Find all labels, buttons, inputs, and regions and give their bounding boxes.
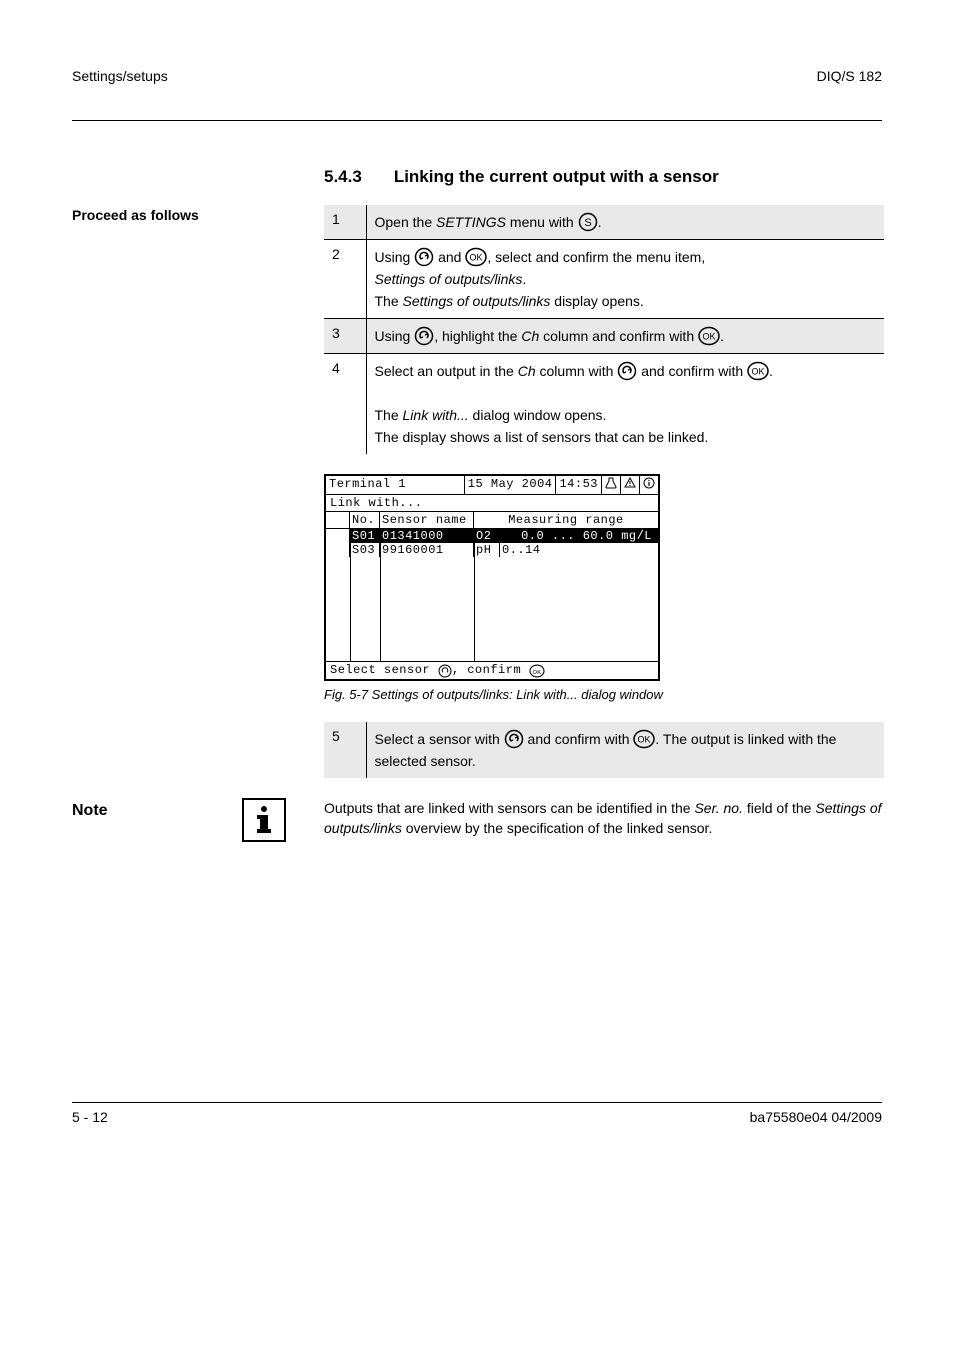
steps-table-5: 5 Select a sensor with and confirm with … — [324, 722, 884, 778]
figure-caption: Fig. 5-7 Settings of outputs/links: Link… — [324, 687, 882, 702]
toggle-key-icon — [414, 326, 434, 346]
svg-text:OK: OK — [470, 253, 483, 263]
ok-key-icon: OK — [529, 664, 545, 678]
toggle-key-icon — [414, 247, 434, 267]
note-text: Outputs that are linked with sensors can… — [324, 798, 882, 838]
scr-terminal: Terminal 1 — [326, 476, 465, 494]
svg-text:OK: OK — [532, 670, 541, 676]
ok-key-icon: OK — [698, 326, 720, 346]
scr-cell-param: O2 — [474, 529, 500, 543]
ok-key-icon: OK — [633, 729, 655, 749]
scr-cell-name: 01341000 — [380, 529, 474, 543]
svg-text:OK: OK — [638, 735, 651, 745]
step-row: 4 Select an output in the Ch column with… — [324, 354, 884, 455]
note-label: Note — [72, 798, 242, 820]
toggle-key-icon — [438, 664, 452, 678]
scr-date: 15 May 2004 — [465, 476, 557, 494]
step-row: 1 Open the SETTINGS menu with S. — [324, 205, 884, 240]
toggle-key-icon — [504, 729, 524, 749]
scr-col-range: Measuring range — [474, 512, 658, 528]
info-icon — [640, 476, 658, 494]
step-number: 2 — [324, 240, 366, 319]
scr-cell-no: S03 — [350, 543, 380, 557]
footer-pagenum: 5 - 12 — [72, 1109, 108, 1125]
scr-col-no: No. — [350, 512, 380, 528]
svg-text:OK: OK — [752, 367, 765, 377]
step-text: Select a sensor with and confirm with OK… — [366, 722, 884, 778]
scr-cell-param: pH — [474, 543, 500, 557]
footer-docid: ba75580e04 04/2009 — [750, 1109, 882, 1125]
step-row: 3 Using , highlight the Ch column and co… — [324, 319, 884, 354]
s-key-icon: S — [578, 212, 598, 232]
scr-subtitle: Link with... — [326, 495, 658, 512]
svg-text:S: S — [584, 217, 591, 229]
step-row: 2 Using and OK, select and confirm the m… — [324, 240, 884, 319]
steps-table: 1 Open the SETTINGS menu with S. 2 Using… — [324, 205, 884, 454]
ok-key-icon: OK — [747, 361, 769, 381]
step-number: 3 — [324, 319, 366, 354]
scr-body: S01 01341000 O2 0.0 ... 60.0 mg/L S03 99… — [326, 529, 658, 661]
step-number: 5 — [324, 722, 366, 778]
scr-footer: Select sensor , confirm OK — [326, 661, 658, 679]
step-row: 5 Select a sensor with and confirm with … — [324, 722, 884, 778]
beaker-icon — [602, 476, 621, 494]
scr-data-row: S01 01341000 O2 0.0 ... 60.0 mg/L — [326, 529, 658, 543]
step-text: Using and OK, select and confirm the men… — [366, 240, 884, 319]
scr-column-headers: No. Sensor name Measuring range — [326, 512, 658, 529]
section-title: Linking the current output with a sensor — [394, 167, 719, 186]
device-screenshot: Terminal 1 15 May 2004 14:53 Link with..… — [324, 474, 660, 681]
scr-time: 14:53 — [556, 476, 602, 494]
scr-cell-range: 0.0 ... 60.0 mg/L — [500, 529, 658, 543]
footer-rule — [72, 1102, 882, 1103]
scr-cell-no: S01 — [350, 529, 380, 543]
step-text: Select an output in the Ch column with a… — [366, 354, 884, 455]
toggle-key-icon — [617, 361, 637, 381]
step-number: 4 — [324, 354, 366, 455]
step-number: 1 — [324, 205, 366, 240]
step-text: Open the SETTINGS menu with S. — [366, 205, 884, 240]
header-right: DIQ/S 182 — [817, 68, 882, 84]
scr-cell-range: 0..14 — [500, 543, 658, 557]
scr-col-name: Sensor name — [380, 512, 474, 528]
step-text: Using , highlight the Ch column and conf… — [366, 319, 884, 354]
header-rule — [72, 120, 882, 121]
info-box-icon — [242, 798, 286, 842]
scr-data-row: S03 99160001 pH 0..14 — [326, 543, 658, 557]
scr-cell-name: 99160001 — [380, 543, 474, 557]
header-left: Settings/setups — [72, 68, 168, 84]
svg-text:OK: OK — [702, 332, 715, 342]
warning-icon — [621, 476, 640, 494]
ok-key-icon: OK — [465, 247, 487, 267]
section-number: 5.4.3 — [324, 167, 362, 186]
